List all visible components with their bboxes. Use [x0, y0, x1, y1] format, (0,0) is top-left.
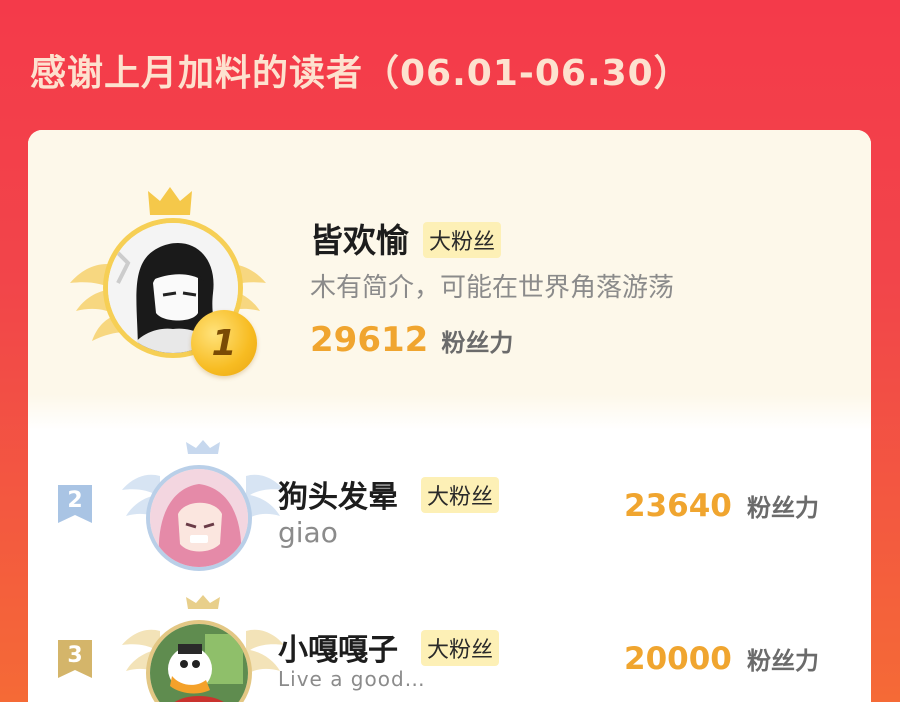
reader-ranking-card: 1 皆欢愉 大粉丝 木有简介，可能在世界角落游荡 29612 粉丝力 2 狗头发… — [28, 130, 871, 702]
reader-name[interactable]: 小嘎嘎子 — [278, 625, 398, 669]
reader-name[interactable]: 狗头发晕 — [278, 472, 398, 516]
reader-bio: Live a good… — [278, 667, 426, 691]
reader-row-2[interactable]: 2 狗头发晕 大粉丝 giao 23640 粉丝力 — [28, 430, 871, 580]
avatar-image — [150, 469, 248, 567]
score-value: 23640 — [624, 488, 732, 524]
reader-bio: 木有简介，可能在世界角落游荡 — [310, 273, 675, 303]
score-value: 29612 — [310, 320, 429, 360]
rank-1-medal-icon: 1 — [191, 310, 257, 376]
score-unit: 粉丝力 — [746, 494, 819, 522]
score-unit: 粉丝力 — [441, 329, 514, 357]
fan-level-badge: 大粉丝 — [421, 477, 500, 513]
fan-power-score: 29612 粉丝力 — [310, 320, 513, 360]
page-title: 感谢上月加料的读者（06.01-06.30） — [30, 53, 691, 94]
reader-row-3[interactable]: 3 小嘎嘎子 大粉丝 Live a good… 20000 粉丝力 — [28, 585, 871, 702]
rank-number: 3 — [67, 643, 83, 668]
score-unit: 粉丝力 — [746, 647, 819, 675]
reader-name[interactable]: 皆欢愉 — [310, 214, 409, 262]
crown-icon — [148, 187, 192, 215]
fan-power-score: 20000 粉丝力 — [624, 641, 819, 677]
fan-power-score: 23640 粉丝力 — [624, 488, 819, 524]
reader-bio: giao — [278, 516, 338, 549]
fan-level-badge: 大粉丝 — [421, 630, 500, 666]
top-reader-section[interactable]: 1 皆欢愉 大粉丝 木有简介，可能在世界角落游荡 29612 粉丝力 — [28, 130, 871, 430]
avatar[interactable] — [146, 465, 252, 571]
rank-number: 2 — [67, 488, 83, 513]
score-value: 20000 — [624, 641, 732, 677]
fan-level-badge: 大粉丝 — [423, 222, 502, 258]
rank-number: 1 — [211, 322, 237, 364]
avatar-image — [150, 624, 248, 702]
